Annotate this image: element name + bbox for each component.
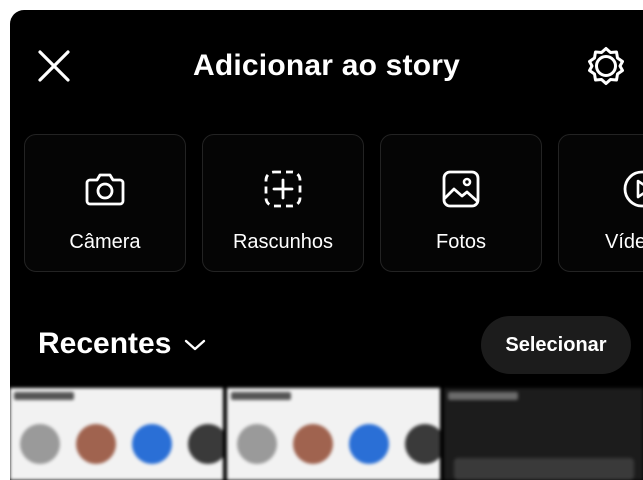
media-thumbnail[interactable] — [444, 388, 643, 480]
page-title: Adicionar ao story — [193, 49, 460, 82]
tile-label: Víde — [605, 231, 643, 253]
tile-label: Rascunhos — [232, 231, 334, 253]
header: Adicionar ao story — [10, 10, 643, 120]
media-grid — [10, 388, 643, 480]
drafts-icon — [264, 170, 302, 208]
gear-icon — [588, 47, 624, 85]
settings-button[interactable] — [584, 44, 628, 88]
media-thumbnail[interactable] — [10, 388, 223, 480]
tile-label: Câmera — [69, 231, 141, 253]
album-selector[interactable]: Recentes — [38, 322, 207, 366]
tile-drafts[interactable]: Rascunhos — [202, 134, 364, 272]
tile-label: Fotos — [435, 231, 487, 253]
media-thumbnail[interactable] — [227, 388, 440, 480]
tile-video[interactable]: Víde — [558, 134, 643, 272]
camera-icon — [85, 173, 125, 206]
tile-camera[interactable]: Câmera — [24, 134, 186, 272]
tile-photos[interactable]: Fotos — [380, 134, 542, 272]
video-icon — [623, 170, 643, 208]
select-button[interactable]: Selecionar — [481, 316, 631, 374]
photos-icon — [442, 170, 480, 208]
story-source-tiles: Câmera Rascunhos Fotos Víde — [24, 134, 643, 272]
chevron-down-icon — [185, 339, 206, 351]
story-composer-screen: Adicionar ao story Câmera Rascunhos Foto… — [10, 10, 643, 480]
album-label: Recentes — [38, 327, 172, 360]
